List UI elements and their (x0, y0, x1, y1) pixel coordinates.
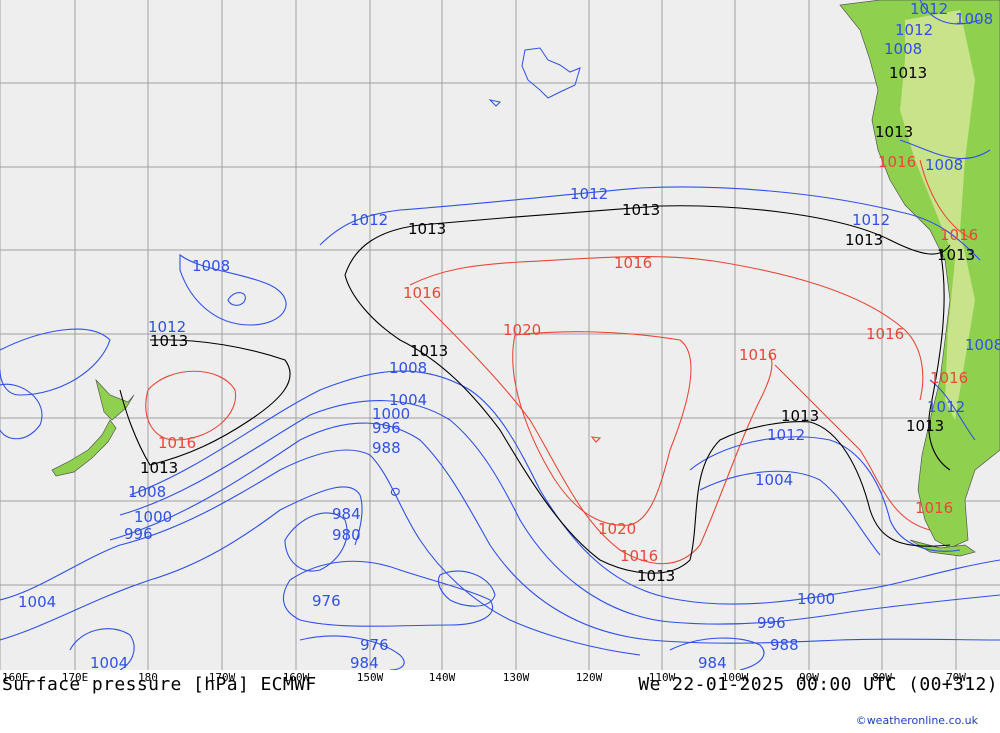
isobar-label: 1004 (18, 593, 56, 611)
longitude-tick: 120W (575, 671, 603, 684)
isobar-label: 1016 (614, 254, 652, 272)
isobar-label: 996 (124, 525, 153, 543)
isobar-label: 1020 (503, 321, 541, 339)
isobar-label: 1012 (767, 426, 805, 444)
longitude-tick: 140W (428, 671, 456, 684)
isobar-label: 1016 (940, 226, 978, 244)
isobar-label: 1012 (852, 211, 890, 229)
isobar-label: 984 (332, 505, 361, 523)
isobar-label: 996 (757, 614, 786, 632)
isobar-label: 1013 (150, 332, 188, 350)
isobar-label: 1013 (622, 201, 660, 219)
isobar-label: 1020 (598, 520, 636, 538)
isobar-label: 976 (312, 592, 341, 610)
longitude-tick: 130W (502, 671, 530, 684)
isobar-label: 1013 (875, 123, 913, 141)
isobar-label: 1016 (915, 499, 953, 517)
valid-time: We 22-01-2025 00:00 UTC (00+312) (638, 674, 998, 695)
isobar-label: 1012 (910, 0, 948, 18)
longitude-tick: 150W (356, 671, 384, 684)
pacific-islands (488, 47, 581, 107)
isobar-label: 1008 (925, 156, 963, 174)
isobar-label: 1013 (637, 567, 675, 585)
isobar-label: 1000 (134, 508, 172, 526)
isobar-label: 1013 (937, 246, 975, 264)
isobar-label: 1008 (955, 10, 993, 28)
map-title: Surface pressure [hPa] ECMWF (2, 674, 317, 695)
isobars-high (145, 159, 976, 565)
isobar-label: 1012 (350, 211, 388, 229)
isobar-label: 996 (372, 419, 401, 437)
isobar-label: 1016 (158, 434, 196, 452)
isobar-label: 1013 (408, 220, 446, 238)
isobar-label: 1008 (128, 483, 166, 501)
isobar-label: 1016 (878, 153, 916, 171)
map-canvas: 1012 1008 1012 1012 1012 1008 1004 1000 … (0, 0, 1000, 672)
isobar-label: 1012 (927, 398, 965, 416)
new-zealand-south (51, 419, 117, 477)
isobar-label: 1013 (140, 459, 178, 477)
isobar-label: 1013 (410, 342, 448, 360)
isobar-label: 1008 (884, 40, 922, 58)
isobar-label: 1004 (755, 471, 793, 489)
isobar-label: 1016 (620, 547, 658, 565)
isobar-label: 1012 (570, 185, 608, 203)
isobar-label: 1013 (781, 407, 819, 425)
isobar-label: 988 (372, 439, 401, 457)
credit-link[interactable]: ©weatheronline.co.uk (856, 714, 978, 727)
isobar-label: 1013 (845, 231, 883, 249)
isobar-label: 1004 (90, 654, 128, 670)
isobar-label: 1012 (895, 21, 933, 39)
isobar-label: 1008 (965, 336, 1000, 354)
isobar-label: 1013 (889, 64, 927, 82)
isobar-label: 1000 (797, 590, 835, 608)
isobar-label: 1016 (403, 284, 441, 302)
isobar-label: 976 (360, 636, 389, 654)
isobar-label: 980 (332, 526, 361, 544)
isobar-label: 984 (350, 654, 379, 670)
isobar-label: 1016 (930, 369, 968, 387)
isobar-label: 988 (770, 636, 799, 654)
isobar-label: 1013 (906, 417, 944, 435)
isobar-label: 1008 (192, 257, 230, 275)
isobar-label: 1016 (866, 325, 904, 343)
isobar-label: 984 (698, 654, 727, 670)
isobar-label: 1016 (739, 346, 777, 364)
isobar-label: 1008 (389, 359, 427, 377)
pressure-map: 1012 1008 1012 1012 1012 1008 1004 1000 … (0, 0, 1000, 672)
new-zealand-north (95, 378, 135, 421)
